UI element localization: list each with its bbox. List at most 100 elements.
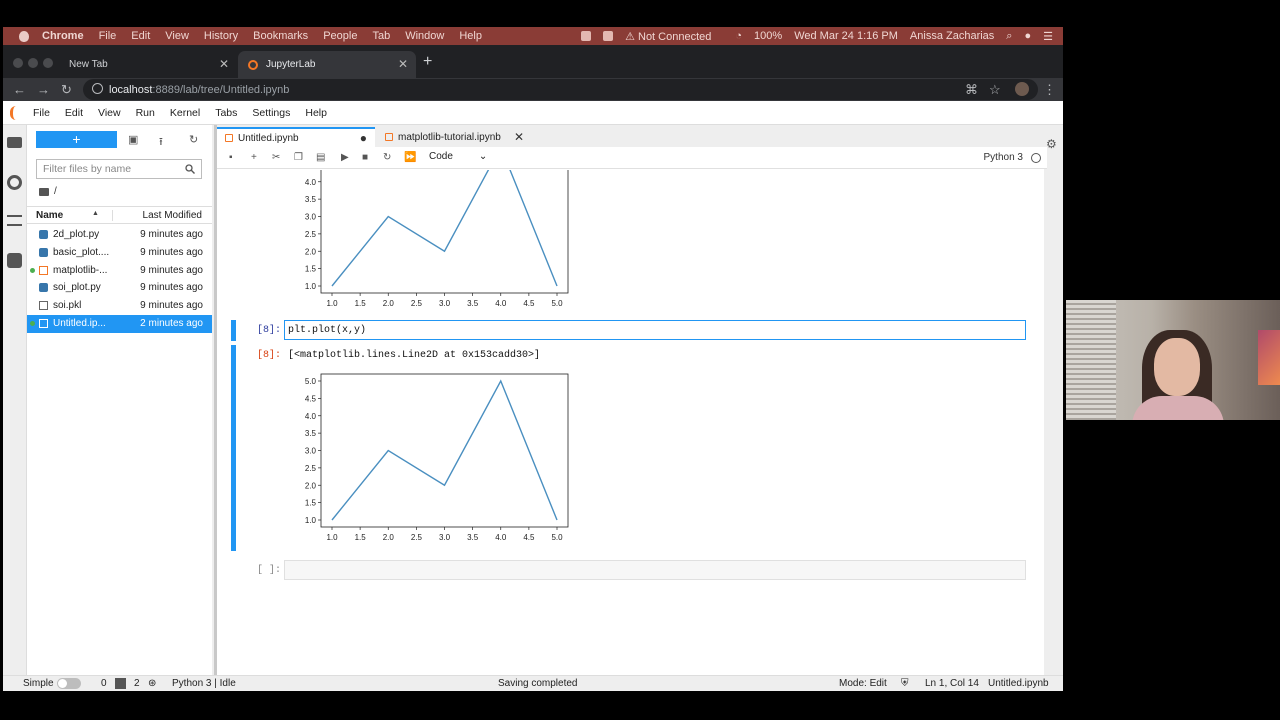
notebook-body[interactable]: 1.0 1.5 2.0 2.5 3.0 3.5 4.0 4.5 5.0 1.0 1.5 2.0 2.5 3… bbox=[217, 170, 1037, 675]
user-name[interactable]: Anissa Zacharias bbox=[910, 30, 994, 42]
profile-avatar[interactable] bbox=[1015, 82, 1029, 96]
tab-title: matplotlib-tutorial.ipynb bbox=[398, 131, 501, 143]
filter-input[interactable]: Filter files by name bbox=[36, 159, 202, 179]
file-row[interactable]: 2d_plot.py 9 minutes ago bbox=[27, 226, 212, 244]
simple-mode-toggle[interactable] bbox=[57, 678, 81, 689]
terminal-count[interactable]: 0 bbox=[101, 678, 107, 689]
spotlight-icon[interactable]: ⌕ bbox=[1006, 30, 1012, 43]
mac-menu-file[interactable]: File bbox=[99, 30, 117, 42]
file-row[interactable]: matplotlib-... 9 minutes ago bbox=[27, 262, 212, 280]
mac-menu-people[interactable]: People bbox=[323, 30, 357, 42]
menu-tabs[interactable]: Tabs bbox=[215, 107, 237, 119]
file-row[interactable]: soi_plot.py 9 minutes ago bbox=[27, 279, 212, 297]
column-name[interactable]: Name bbox=[36, 210, 63, 221]
battery-percent[interactable]: 100% bbox=[754, 30, 782, 42]
mac-menu-edit[interactable]: Edit bbox=[131, 30, 150, 42]
new-launcher-button[interactable]: + bbox=[36, 131, 117, 148]
code-cell-editor[interactable]: plt.plot(x,y) bbox=[284, 320, 1026, 340]
breadcrumb[interactable]: / bbox=[39, 186, 57, 197]
x-tick-label: 4.5 bbox=[523, 533, 535, 542]
kernel-status-icon bbox=[1031, 153, 1041, 163]
notebook-tab-matplotlib-tutorial[interactable]: matplotlib-tutorial.ipynb ✕ bbox=[377, 127, 532, 147]
menu-file[interactable]: File bbox=[33, 107, 50, 119]
info-icon[interactable] bbox=[92, 83, 103, 94]
siri-icon[interactable]: ● bbox=[1024, 30, 1031, 42]
window-close-button[interactable] bbox=[13, 58, 23, 68]
close-tab-icon[interactable]: ✕ bbox=[398, 57, 408, 71]
run-icon[interactable]: ▶ bbox=[341, 152, 349, 163]
forward-icon[interactable]: → bbox=[37, 82, 50, 97]
stop-icon[interactable]: ■ bbox=[362, 152, 368, 163]
save-icon[interactable]: ▪ bbox=[229, 152, 233, 163]
presenter-face bbox=[1154, 338, 1200, 396]
browser-tab-jupyterlab[interactable]: JupyterLab ✕ bbox=[238, 51, 416, 78]
running-icon[interactable] bbox=[7, 175, 22, 190]
file-row[interactable]: basic_plot.... 9 minutes ago bbox=[27, 244, 212, 262]
status-app-icon[interactable] bbox=[581, 31, 592, 41]
kernel-count[interactable]: 2 bbox=[134, 678, 140, 689]
cell-type-select[interactable]: Code ⌄ bbox=[429, 151, 487, 162]
clock[interactable]: Wed Mar 24 1:16 PM bbox=[794, 30, 898, 42]
close-icon[interactable]: ✕ bbox=[514, 130, 524, 144]
wall-art bbox=[1258, 330, 1280, 385]
restart-icon[interactable]: ↻ bbox=[383, 152, 391, 163]
cursor-position[interactable]: Ln 1, Col 14 bbox=[925, 678, 979, 689]
app-menu-chrome[interactable]: Chrome bbox=[42, 30, 84, 42]
breadcrumb-root[interactable]: / bbox=[54, 186, 57, 197]
new-tab-icon[interactable]: + bbox=[423, 53, 432, 71]
paste-icon[interactable]: ▤ bbox=[316, 152, 325, 163]
output-collapser[interactable] bbox=[231, 345, 236, 551]
kernel-name[interactable]: Python 3 bbox=[984, 152, 1023, 163]
wifi-icon[interactable]: ◔ bbox=[735, 30, 742, 42]
kernel-status[interactable]: Python 3 | Idle bbox=[172, 678, 236, 689]
cell-collapser[interactable] bbox=[231, 320, 236, 341]
new-folder-icon[interactable]: ▣ bbox=[128, 133, 138, 146]
back-icon[interactable]: ← bbox=[13, 82, 26, 97]
y-tick-label: 2.0 bbox=[305, 481, 317, 490]
unsaved-dot-icon[interactable]: ● bbox=[360, 131, 367, 145]
refresh-icon[interactable]: ↻ bbox=[189, 133, 198, 146]
tracking-icon[interactable]: ⛨ bbox=[901, 678, 909, 689]
menu-settings[interactable]: Settings bbox=[252, 107, 290, 119]
sort-caret-icon[interactable]: ▲ bbox=[92, 210, 99, 217]
file-row[interactable]: soi.pkl 9 minutes ago bbox=[27, 297, 212, 315]
menu-run[interactable]: Run bbox=[136, 107, 155, 119]
empty-code-cell[interactable] bbox=[284, 560, 1026, 580]
menu-view[interactable]: View bbox=[98, 107, 121, 119]
chrome-menu-icon[interactable]: ⋮ bbox=[1043, 82, 1056, 98]
toc-icon[interactable] bbox=[7, 215, 22, 226]
mac-menu-view[interactable]: View bbox=[165, 30, 189, 42]
copy-icon[interactable]: ❐ bbox=[294, 152, 303, 163]
mac-menu-tab[interactable]: Tab bbox=[372, 30, 390, 42]
restart-run-all-icon[interactable]: ⏩ bbox=[404, 152, 416, 163]
extension-icon[interactable]: ⌘ bbox=[965, 82, 978, 98]
menu-kernel[interactable]: Kernel bbox=[170, 107, 200, 119]
reload-icon[interactable]: ↻ bbox=[61, 82, 72, 98]
insert-cell-icon[interactable]: + bbox=[251, 152, 257, 163]
mac-menu-bookmarks[interactable]: Bookmarks bbox=[253, 30, 308, 42]
menu-edit[interactable]: Edit bbox=[65, 107, 83, 119]
window-minimize-button[interactable] bbox=[28, 58, 38, 68]
mac-menu-window[interactable]: Window bbox=[405, 30, 444, 42]
x-tick-label: 1.0 bbox=[326, 533, 338, 542]
property-inspector-gear-icon[interactable]: ⚙ bbox=[1046, 137, 1057, 151]
close-tab-icon[interactable]: ✕ bbox=[219, 57, 229, 71]
window-zoom-button[interactable] bbox=[43, 58, 53, 68]
bookmark-star-icon[interactable]: ☆ bbox=[989, 82, 1001, 98]
mac-menu-help[interactable]: Help bbox=[459, 30, 482, 42]
column-last-modified[interactable]: Last Modified bbox=[112, 210, 202, 221]
control-center-icon[interactable]: ☰ bbox=[1043, 30, 1053, 43]
upload-icon[interactable]: ⭱ bbox=[159, 133, 163, 152]
mac-menu-history[interactable]: History bbox=[204, 30, 238, 42]
status-app-icon-2[interactable] bbox=[603, 31, 614, 41]
cut-icon[interactable]: ✂ bbox=[272, 152, 280, 163]
extension-puzzle-icon[interactable] bbox=[7, 253, 22, 268]
vpn-status[interactable]: ⚠ Not Connected bbox=[625, 30, 723, 43]
file-row[interactable]: Untitled.ip... 2 minutes ago bbox=[27, 315, 212, 333]
notebook-tab-untitled[interactable]: Untitled.ipynb ● bbox=[217, 127, 375, 147]
menu-help[interactable]: Help bbox=[305, 107, 327, 119]
address-bar[interactable]: localhost:8889/lab/tree/Untitled.ipynb bbox=[83, 79, 1038, 100]
apple-icon[interactable] bbox=[19, 30, 29, 42]
browser-tab-new[interactable]: New Tab ✕ bbox=[59, 51, 237, 78]
folder-icon[interactable] bbox=[7, 137, 22, 148]
